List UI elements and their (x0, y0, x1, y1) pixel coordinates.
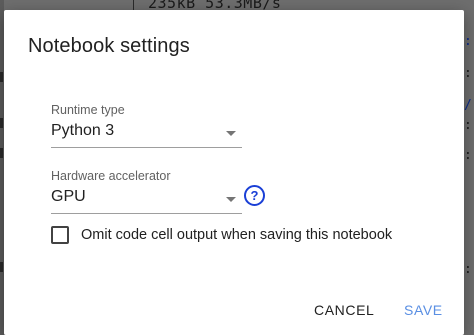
gutter-mark (0, 118, 3, 128)
dropdown-arrow-icon (226, 131, 236, 136)
output-fragment: : (464, 118, 472, 133)
output-fragment: : (464, 34, 472, 49)
runtime-type-value: Python 3 (51, 122, 115, 139)
runtime-type-label: Runtime type (51, 103, 125, 117)
output-fragment: / (464, 98, 472, 113)
hardware-accelerator-value: GPU (51, 188, 86, 205)
hardware-accelerator-select[interactable]: GPU (51, 187, 242, 214)
cell-divider (133, 0, 134, 10)
dropdown-arrow-icon (226, 197, 236, 202)
help-icon[interactable]: ? (244, 185, 265, 206)
gutter-mark (0, 148, 3, 158)
runtime-type-select[interactable]: Python 3 (51, 121, 242, 148)
gutter-mark (0, 262, 3, 272)
output-fragment: : (464, 262, 472, 277)
runtime-type-field[interactable]: Runtime type Python 3 (51, 102, 242, 148)
output-fragment: : (464, 148, 472, 163)
output-fragment: : (464, 66, 472, 81)
hardware-accelerator-field[interactable]: Hardware accelerator GPU (51, 168, 242, 214)
save-button[interactable]: SAVE (396, 298, 451, 322)
hardware-accelerator-label: Hardware accelerator (51, 169, 171, 183)
dialog-title: Notebook settings (28, 35, 190, 57)
notebook-settings-dialog: Notebook settings Runtime type Python 3 … (4, 10, 464, 335)
omit-output-checkbox[interactable] (51, 226, 69, 244)
gutter-mark (0, 72, 3, 82)
cancel-button[interactable]: CANCEL (306, 298, 382, 322)
omit-output-label[interactable]: Omit code cell output when saving this n… (81, 226, 392, 244)
